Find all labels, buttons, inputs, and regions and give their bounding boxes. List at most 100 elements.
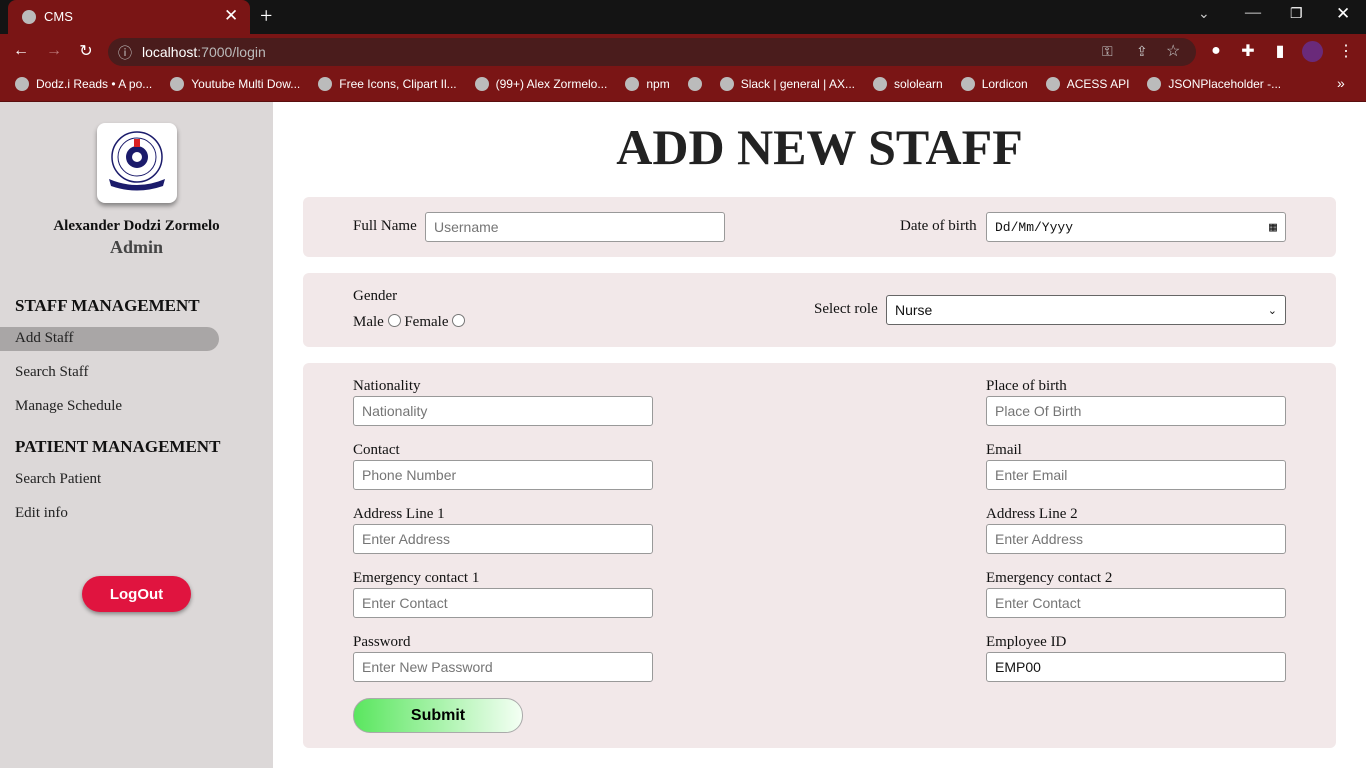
- extensions-puzzle-icon[interactable]: ✚: [1236, 39, 1260, 63]
- address-line-2-label: Address Line 2: [986, 506, 1078, 522]
- bookmark-favicon-icon: [687, 77, 702, 91]
- email-label: Email: [986, 442, 1022, 458]
- bookmark-item[interactable]: Dodz.i Reads • A po...: [15, 77, 152, 91]
- bookmark-label: Dodz.i Reads • A po...: [36, 77, 153, 91]
- bookmark-favicon-icon: [1147, 77, 1162, 91]
- minimize-icon[interactable]: —: [1245, 4, 1261, 22]
- menu-kebab-icon[interactable]: ⋮: [1334, 39, 1358, 63]
- reload-icon[interactable]: ↻: [74, 39, 98, 63]
- full-name-label: Full Name: [353, 218, 417, 234]
- page-title: ADD NEW STAFF: [616, 119, 1023, 175]
- bookmark-favicon-icon: [872, 77, 887, 91]
- male-radio[interactable]: [387, 314, 401, 327]
- emergency-contact-2-input[interactable]: Enter Contact: [986, 588, 1286, 618]
- close-window-icon[interactable]: ✕: [1336, 4, 1350, 24]
- bookmark-item[interactable]: Youtube Multi Dow...: [170, 77, 300, 91]
- university-logo: [97, 123, 177, 203]
- url-path: :7000/login: [197, 44, 266, 60]
- password-label: Password: [353, 634, 411, 650]
- role-value: Nurse: [895, 302, 933, 318]
- bookmark-item[interactable]: Slack | general | AX...: [719, 77, 855, 91]
- browser-tab[interactable]: CMS ✕: [8, 0, 250, 34]
- female-radio[interactable]: [452, 314, 466, 327]
- female-label: Female: [404, 314, 449, 330]
- role-label: Select role: [814, 301, 878, 317]
- email-input[interactable]: Enter Email: [986, 460, 1286, 490]
- address-line-1-input[interactable]: Enter Address: [353, 524, 653, 554]
- globe-icon: [22, 10, 36, 24]
- sidebar-item-edit-info[interactable]: Edit info: [15, 505, 68, 522]
- profile-avatar[interactable]: [1302, 41, 1323, 62]
- forward-icon[interactable]: →: [42, 39, 66, 63]
- gender-label: Gender: [353, 288, 398, 304]
- new-tab-icon[interactable]: +: [260, 3, 272, 29]
- sidebar-item-manage-schedule[interactable]: Manage Schedule: [15, 398, 122, 415]
- bookmark-label: (99+) Alex Zormelo...: [495, 77, 608, 91]
- bookmark-label: ACESS API: [1066, 77, 1130, 91]
- emergency-contact-1-label: Emergency contact 1: [353, 570, 480, 586]
- key-icon[interactable]: ⚿: [1102, 43, 1113, 60]
- more-bookmarks-icon[interactable]: »: [1337, 75, 1345, 91]
- bookmark-item[interactable]: (99+) Alex Zormelo...: [474, 77, 608, 91]
- bookmark-label: Lordicon: [981, 77, 1028, 91]
- bookmark-item[interactable]: npm: [625, 77, 670, 91]
- url-host: localhost: [142, 44, 198, 60]
- tab-search-icon[interactable]: ⌄: [1198, 6, 1210, 23]
- dob-placeholder: Dd/Mm/Yyyy: [995, 219, 1074, 235]
- bookmark-favicon-icon: [318, 77, 333, 91]
- bookmark-favicon-icon: [474, 77, 489, 91]
- contact-label: Contact: [353, 442, 400, 458]
- contact-input[interactable]: Phone Number: [353, 460, 653, 490]
- calendar-icon[interactable]: ▦: [1269, 220, 1277, 235]
- full-name-input[interactable]: Username: [425, 212, 725, 242]
- bookmark-item[interactable]: JSONPlaceholder -...: [1147, 77, 1281, 91]
- employee-id-label: Employee ID: [986, 634, 1067, 650]
- close-tab-icon[interactable]: ✕: [224, 6, 238, 26]
- role-select[interactable]: Nurse ⌄: [886, 295, 1286, 325]
- sidebar-item-search-patient[interactable]: Search Patient: [15, 471, 101, 488]
- bookmark-favicon-icon: [15, 77, 29, 91]
- bookmark-label: Slack | general | AX...: [740, 77, 855, 91]
- bookmark-item[interactable]: sololearn: [872, 77, 943, 91]
- user-name: Alexander Dodzi Zormelo: [53, 218, 220, 234]
- bookmark-favicon-icon: [170, 77, 185, 91]
- bookmark-star-icon[interactable]: ☆: [1166, 41, 1180, 61]
- employee-id-input[interactable]: EMP00: [986, 652, 1286, 682]
- restore-icon[interactable]: ❐: [1290, 6, 1303, 23]
- dob-label: Date of birth: [900, 218, 977, 234]
- chevron-down-icon: ⌄: [1267, 304, 1277, 317]
- bookmark-favicon-icon: [1045, 77, 1060, 91]
- patient-management-heading: PATIENT MANAGEMENT: [15, 437, 221, 456]
- sidebar-item-add-staff[interactable]: Add Staff: [15, 330, 73, 347]
- bookmark-favicon-icon: [960, 77, 975, 91]
- bookmark-label: sololearn: [893, 77, 943, 91]
- sidebar-item-search-staff[interactable]: Search Staff: [15, 364, 88, 381]
- bookmark-label: JSONPlaceholder -...: [1168, 77, 1282, 91]
- logout-button[interactable]: LogOut: [82, 576, 191, 612]
- back-icon[interactable]: ←: [9, 39, 33, 63]
- extension-globe-icon[interactable]: ●: [1204, 39, 1228, 63]
- bookmark-item[interactable]: Free Icons, Clipart Il...: [318, 77, 457, 91]
- emergency-contact-1-input[interactable]: Enter Contact: [353, 588, 653, 618]
- bookmark-label: npm: [646, 77, 670, 91]
- info-icon: ⓘ: [118, 45, 132, 61]
- bookmark-item[interactable]: [687, 77, 702, 91]
- submit-button[interactable]: Submit: [353, 698, 523, 733]
- staff-management-heading: STAFF MANAGEMENT: [15, 296, 200, 315]
- place-of-birth-input[interactable]: Place Of Birth: [986, 396, 1286, 426]
- bookmark-label: Free Icons, Clipart Il...: [339, 77, 457, 91]
- address-line-2-input[interactable]: Enter Address: [986, 524, 1286, 554]
- side-panel-icon[interactable]: ▮: [1268, 39, 1292, 63]
- bookmark-item[interactable]: ACESS API: [1045, 77, 1130, 91]
- male-label: Male: [353, 314, 384, 330]
- bookmarks-bar: Dodz.i Reads • A po... Youtube Multi Dow.…: [0, 68, 1366, 102]
- dob-input[interactable]: Dd/Mm/Yyyy ▦: [986, 212, 1286, 242]
- nationality-label: Nationality: [353, 378, 421, 394]
- address-line-1-label: Address Line 1: [353, 506, 445, 522]
- share-icon[interactable]: ⇪: [1136, 43, 1148, 60]
- password-input[interactable]: Enter New Password: [353, 652, 653, 682]
- bookmark-item[interactable]: Lordicon: [960, 77, 1028, 91]
- nationality-input[interactable]: Nationality: [353, 396, 653, 426]
- bookmark-favicon-icon: [719, 77, 734, 91]
- address-bar[interactable]: ⓘ localhost:7000/login ⚿ ⇪ ☆: [108, 38, 1196, 66]
